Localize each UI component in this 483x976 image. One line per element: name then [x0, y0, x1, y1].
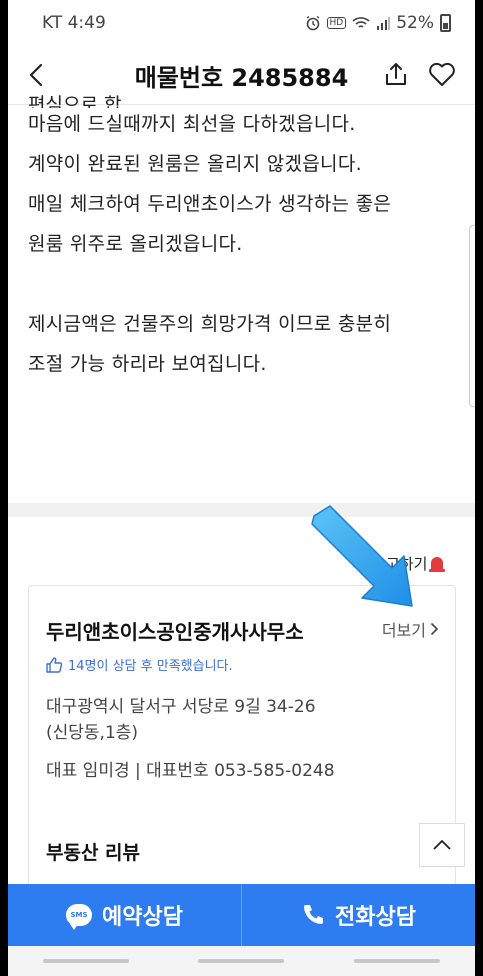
- description-line: 매일 체크하여 두리앤초이스가 생각하는 좋은: [28, 193, 392, 215]
- system-nav-bar: [8, 946, 475, 976]
- bottom-action-bar: SMS 예약상담 전화상담: [8, 884, 475, 946]
- description-line: 계약이 완료된 원룸은 올리지 않겠읍니다.: [28, 153, 362, 175]
- thumbs-up-icon: [46, 656, 63, 673]
- address-line: 대구광역시 달서구 서당로 9길 34-26: [46, 697, 316, 717]
- agent-name: 두리앤초이스공인중개사사무소: [46, 620, 304, 644]
- satisfaction-text: 14명이 상담 후 만족했습니다.: [68, 659, 233, 674]
- report-label: 고하기: [386, 555, 428, 573]
- nav-recents[interactable]: [42, 959, 129, 963]
- hd-icon: HD: [326, 17, 347, 29]
- reservation-consult-button[interactable]: SMS 예약상담: [8, 884, 241, 946]
- alarm-icon: [306, 15, 319, 31]
- share-icon: [386, 63, 406, 85]
- phone-icon: [304, 905, 324, 924]
- phone-screen: KT 4:49 HD 52% 매물번호 2485884 편심으로 합 마음에 드…: [8, 0, 475, 976]
- battery-percent: 52%: [396, 13, 434, 33]
- carrier-time: KT 4:49: [42, 13, 106, 33]
- favorite-button[interactable]: [424, 56, 460, 92]
- agent-more-link[interactable]: 더보기: [382, 617, 439, 641]
- chevron-right-icon: [430, 622, 439, 636]
- satisfaction-note: 14명이 상담 후 만족했습니다.: [45, 655, 233, 674]
- description-line: 원룸 위주로 올리겠읍니다.: [28, 233, 243, 255]
- phone-consult-label: 전화상담: [335, 905, 416, 930]
- sms-icon: SMS: [66, 904, 93, 930]
- section-divider: [8, 503, 475, 517]
- phone-consult-button[interactable]: 전화상담: [242, 884, 475, 946]
- report-link[interactable]: 고하기: [386, 553, 446, 574]
- more-label: 더보기: [381, 621, 426, 640]
- scroll-top-button[interactable]: [419, 823, 465, 867]
- wifi-icon: [352, 17, 370, 28]
- battery-icon: [440, 14, 451, 32]
- heart-icon: [429, 62, 455, 86]
- description-line: 조절 가능 하리라 보여집니다.: [28, 353, 267, 375]
- agent-contact: 대표 임미경 | 대표번호 053-585-0248: [46, 761, 335, 781]
- agent-address: 대구광역시 달서구 서당로 9길 34-26 (신당동,1층): [46, 694, 316, 746]
- siren-icon: [429, 557, 446, 572]
- nav-home[interactable]: [198, 959, 285, 963]
- reservation-label: 예약상담: [102, 905, 183, 930]
- address-line: (신당동,1층): [46, 723, 139, 743]
- share-button[interactable]: [378, 56, 414, 92]
- signal-icon: [377, 17, 391, 30]
- status-bar: KT 4:49 HD 52%: [8, 0, 475, 46]
- description-line: [28, 264, 458, 304]
- nav-back[interactable]: [354, 959, 441, 963]
- agent-card: 두리앤초이스공인중개사사무소 더보기 14명이 상담 후 만족했습니다. 대구광…: [28, 585, 465, 907]
- listing-description: 마음에 드실때까지 최선을 다하겠읍니다. 계약이 완료된 원룸은 올리지 않겠…: [28, 104, 458, 384]
- review-section-title: 부동산 리뷰: [46, 842, 141, 864]
- scroll-indicator[interactable]: [469, 225, 475, 407]
- status-icons: HD 52%: [305, 13, 451, 33]
- description-line: 마음에 드실때까지 최선을 다하겠읍니다.: [28, 113, 356, 135]
- chevron-up-icon: [433, 839, 451, 850]
- description-line: 제시금액은 건물주의 희망가격 이므로 충분히: [28, 313, 392, 335]
